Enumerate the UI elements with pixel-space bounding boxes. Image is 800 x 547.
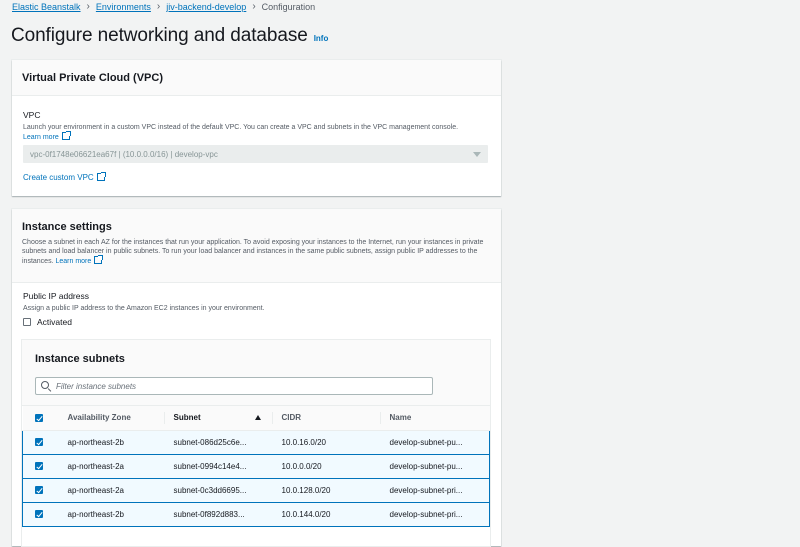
cell-name: develop-subnet-pri...: [379, 478, 490, 503]
instance-subnets-table: Availability Zone Subnet CIDR Name ap-no…: [22, 406, 490, 527]
public-ip-field: Public IP address Assign a public IP add…: [23, 291, 265, 327]
cell-cidr: 10.0.16.0/20: [271, 430, 380, 455]
info-link[interactable]: Info: [314, 34, 329, 43]
chevron-right-icon: ›: [252, 1, 256, 12]
vpc-field: VPC Launch your environment in a custom …: [23, 110, 458, 142]
vpc-learn-more-row: Learn more: [23, 131, 458, 142]
cell-az: ap-northeast-2a: [55, 454, 164, 479]
breadcrumb-environments[interactable]: Environments: [96, 2, 151, 12]
filter-subnets-placeholder: Filter instance subnets: [56, 382, 137, 391]
vpc-select-value: vpc-0f1748e06621ea67f | (10.0.0.0/16) | …: [30, 150, 218, 159]
row-checkbox[interactable]: [35, 438, 43, 447]
instance-settings-description: Choose a subnet in each AZ for the insta…: [22, 238, 491, 266]
vpc-label: VPC: [23, 110, 41, 120]
column-header-subnet[interactable]: Subnet: [163, 406, 272, 431]
public-ip-description: Assign a public IP address to the Amazon…: [23, 305, 265, 312]
row-checkbox[interactable]: [35, 462, 43, 471]
cell-name: develop-subnet-pu...: [379, 454, 490, 479]
vpc-panel-header: Virtual Private Cloud (VPC): [12, 60, 501, 96]
cell-subnet: subnet-0994c14e4...: [163, 454, 272, 479]
column-divider: [163, 412, 165, 424]
row-checkbox[interactable]: [35, 486, 43, 495]
instance-subnets-header: Instance subnets Filter instance subnets: [22, 340, 490, 406]
cell-cidr: 10.0.0.0/20: [271, 454, 380, 479]
cell-name: develop-subnet-pu...: [379, 430, 490, 455]
filter-subnets-input[interactable]: Filter instance subnets: [35, 377, 433, 395]
instance-subnets-table-container: Instance subnets Filter instance subnets…: [22, 340, 490, 546]
row-checkbox-cell: [22, 478, 56, 503]
cell-az: ap-northeast-2a: [55, 478, 164, 503]
cell-subnet: subnet-086d25c6e...: [163, 430, 272, 455]
instance-subnets-title: Instance subnets: [35, 353, 125, 365]
instance-learn-more-link[interactable]: Learn more: [55, 258, 91, 265]
sort-ascending-icon: [254, 415, 261, 420]
create-vpc-row: Create custom VPC: [23, 172, 106, 182]
cell-name: develop-subnet-pri...: [379, 502, 490, 527]
vpc-description: Launch your environment in a custom VPC …: [23, 124, 459, 131]
vpc-panel: Virtual Private Cloud (VPC) VPC Launch y…: [12, 60, 501, 196]
caret-down-icon: [473, 152, 481, 157]
external-link-icon: [94, 255, 104, 264]
cell-subnet: subnet-0f892d883...: [163, 502, 272, 527]
table-row[interactable]: ap-northeast-2a subnet-0994c14e4... 10.0…: [22, 454, 490, 479]
search-icon: [41, 381, 49, 389]
chevron-right-icon: ›: [86, 1, 90, 12]
column-divider: [379, 412, 381, 424]
activated-checkbox-row[interactable]: Activated: [23, 317, 265, 327]
column-label-name: Name: [389, 413, 412, 423]
cell-subnet: subnet-0c3dd6695...: [163, 478, 272, 503]
instance-settings-title: Instance settings: [22, 221, 112, 233]
table-row[interactable]: ap-northeast-2a subnet-0c3dd6695... 10.0…: [22, 478, 490, 503]
cell-cidr: 10.0.128.0/20: [271, 478, 380, 503]
chevron-right-icon: ›: [156, 1, 161, 12]
instance-settings-panel: Instance settings Choose a subnet in eac…: [12, 209, 501, 546]
external-link-icon: [61, 131, 71, 140]
select-all-checkbox[interactable]: [34, 414, 43, 423]
breadcrumb-current: Configuration: [261, 2, 316, 12]
column-label-subnet: Subnet: [173, 413, 201, 423]
breadcrumb-environment[interactable]: jiv-backend-develop: [166, 2, 246, 12]
breadcrumb-elastic-beanstalk[interactable]: Elastic Beanstalk: [12, 2, 81, 12]
column-label-cidr: CIDR: [281, 413, 302, 423]
column-header-az[interactable]: Availability Zone: [55, 406, 164, 431]
breadcrumb: Elastic Beanstalk › Environments › jiv-b…: [12, 1, 315, 13]
cell-az: ap-northeast-2b: [55, 430, 164, 455]
row-checkbox[interactable]: [35, 510, 43, 519]
select-all-cell: [22, 406, 56, 431]
vpc-panel-title: Virtual Private Cloud (VPC): [22, 72, 163, 84]
page-header: Configure networking and database Info: [11, 25, 328, 47]
row-checkbox-cell: [22, 502, 56, 527]
column-divider: [271, 412, 273, 424]
column-header-cidr[interactable]: CIDR: [271, 406, 380, 431]
activated-checkbox[interactable]: [23, 318, 31, 326]
table-row[interactable]: ap-northeast-2b subnet-086d25c6e... 10.0…: [22, 430, 490, 455]
instance-settings-header: Instance settings Choose a subnet in eac…: [12, 209, 501, 283]
cell-cidr: 10.0.144.0/20: [271, 502, 380, 527]
create-custom-vpc-link[interactable]: Create custom VPC: [23, 173, 94, 182]
column-header-name[interactable]: Name: [379, 406, 490, 431]
table-row[interactable]: ap-northeast-2b subnet-0f892d883... 10.0…: [22, 502, 490, 527]
external-link-icon: [96, 172, 106, 181]
row-checkbox-cell: [22, 454, 56, 479]
vpc-select[interactable]: vpc-0f1748e06621ea67f | (10.0.0.0/16) | …: [23, 145, 488, 163]
activated-label: Activated: [37, 317, 72, 327]
cell-az: ap-northeast-2b: [55, 502, 164, 527]
row-checkbox-cell: [22, 430, 56, 455]
table-header-row: Availability Zone Subnet CIDR Name: [22, 406, 490, 431]
page-title: Configure networking and database: [11, 25, 308, 46]
public-ip-label: Public IP address: [23, 291, 89, 301]
vpc-learn-more-link[interactable]: Learn more: [23, 134, 59, 141]
column-label-az: Availability Zone: [67, 413, 131, 423]
